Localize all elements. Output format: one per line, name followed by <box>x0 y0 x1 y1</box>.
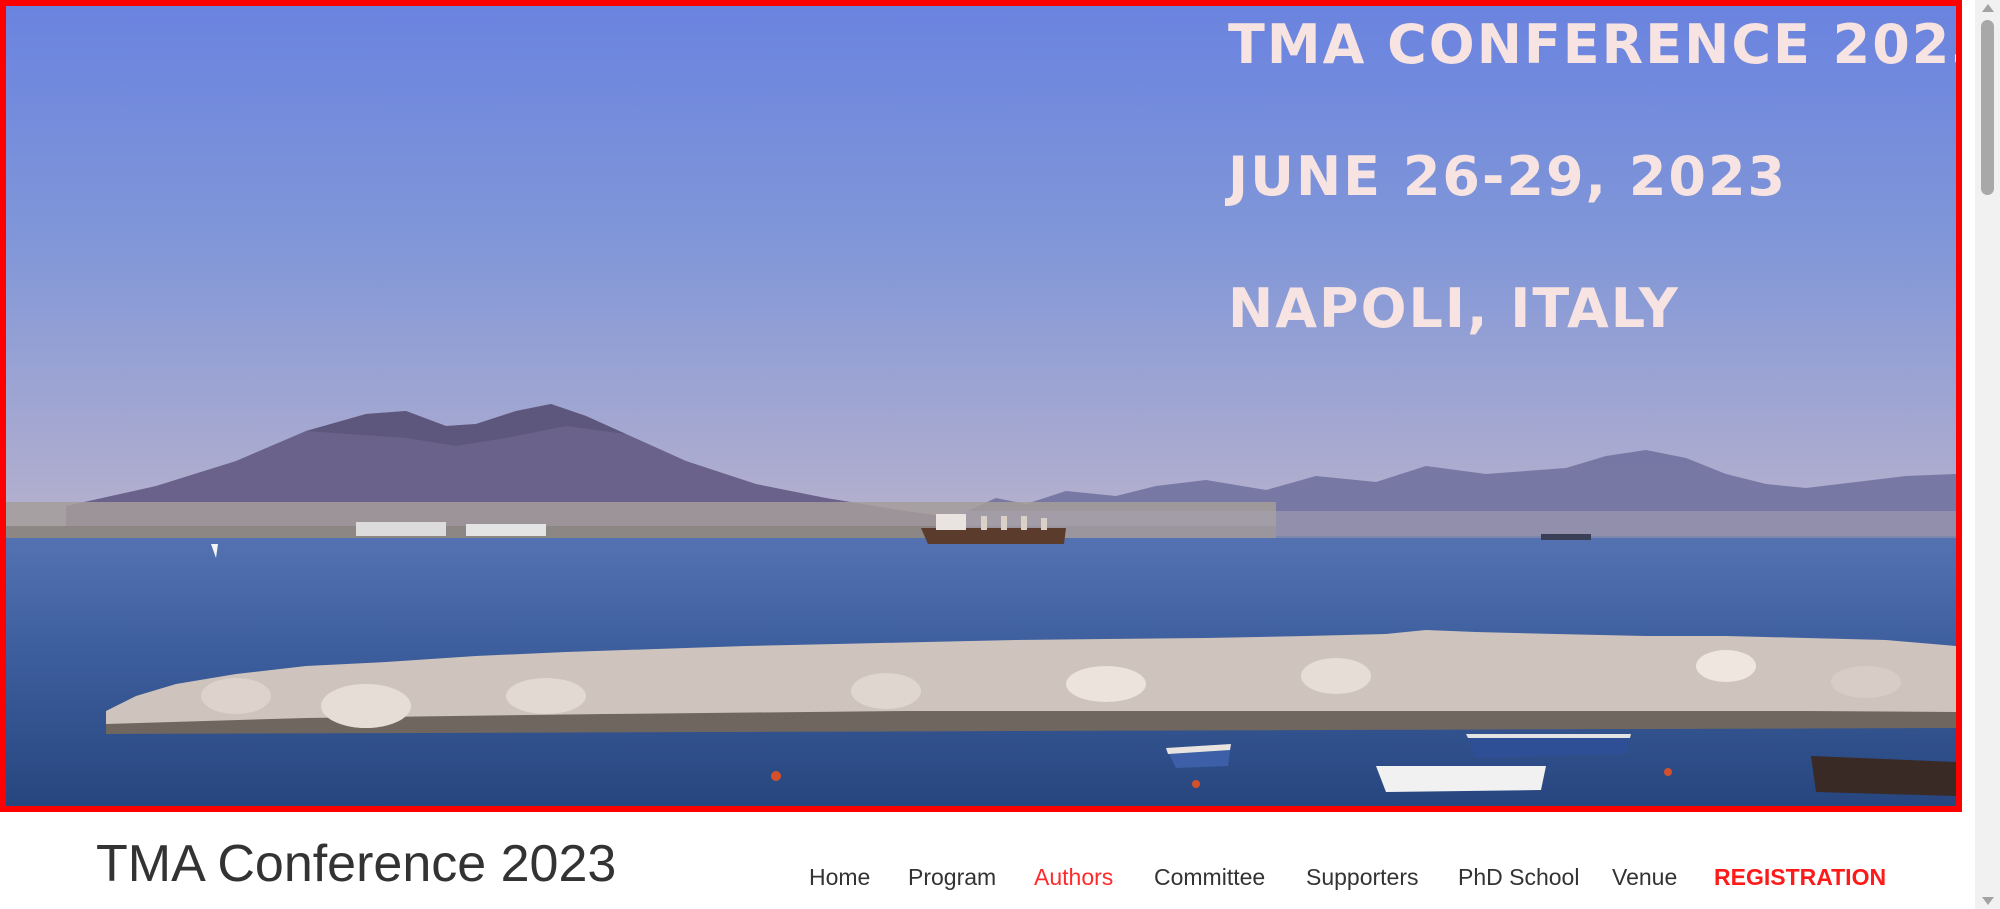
nav-item-supporters[interactable]: Supporters <box>1306 866 1419 889</box>
scroll-up-arrow-icon[interactable] <box>1982 4 1994 12</box>
nav-item-registration[interactable]: REGISTRATION <box>1714 866 1886 889</box>
ferry-1 <box>356 522 446 536</box>
scrollbar-thumb[interactable] <box>1981 20 1994 195</box>
scroll-down-arrow-icon[interactable] <box>1982 897 1994 905</box>
nav-item-home[interactable]: Home <box>809 866 870 889</box>
ferry-2 <box>466 524 546 536</box>
far-boat <box>1541 534 1591 540</box>
nav-item-authors[interactable]: Authors <box>1034 866 1113 889</box>
nav-item-program[interactable]: Program <box>908 866 996 889</box>
site-title[interactable]: TMA Conference 2023 <box>96 838 616 890</box>
hero-conference-title: TMA CONFERENCE 2023 <box>1228 13 1962 76</box>
hero-banner: TMA CONFERENCE 2023 JUNE 26-29, 2023 NAP… <box>0 0 1962 812</box>
nav-item-venue[interactable]: Venue <box>1612 866 1677 889</box>
hero-conference-location: NAPOLI, ITALY <box>1228 277 1680 340</box>
vertical-scrollbar[interactable] <box>1975 0 2000 909</box>
haze <box>956 511 1956 541</box>
nav-item-phd-school[interactable]: PhD School <box>1458 866 1579 889</box>
nav-item-committee[interactable]: Committee <box>1154 866 1265 889</box>
hero-photo <box>6 6 1956 806</box>
hero-conference-dates: JUNE 26-29, 2023 <box>1228 145 1788 208</box>
